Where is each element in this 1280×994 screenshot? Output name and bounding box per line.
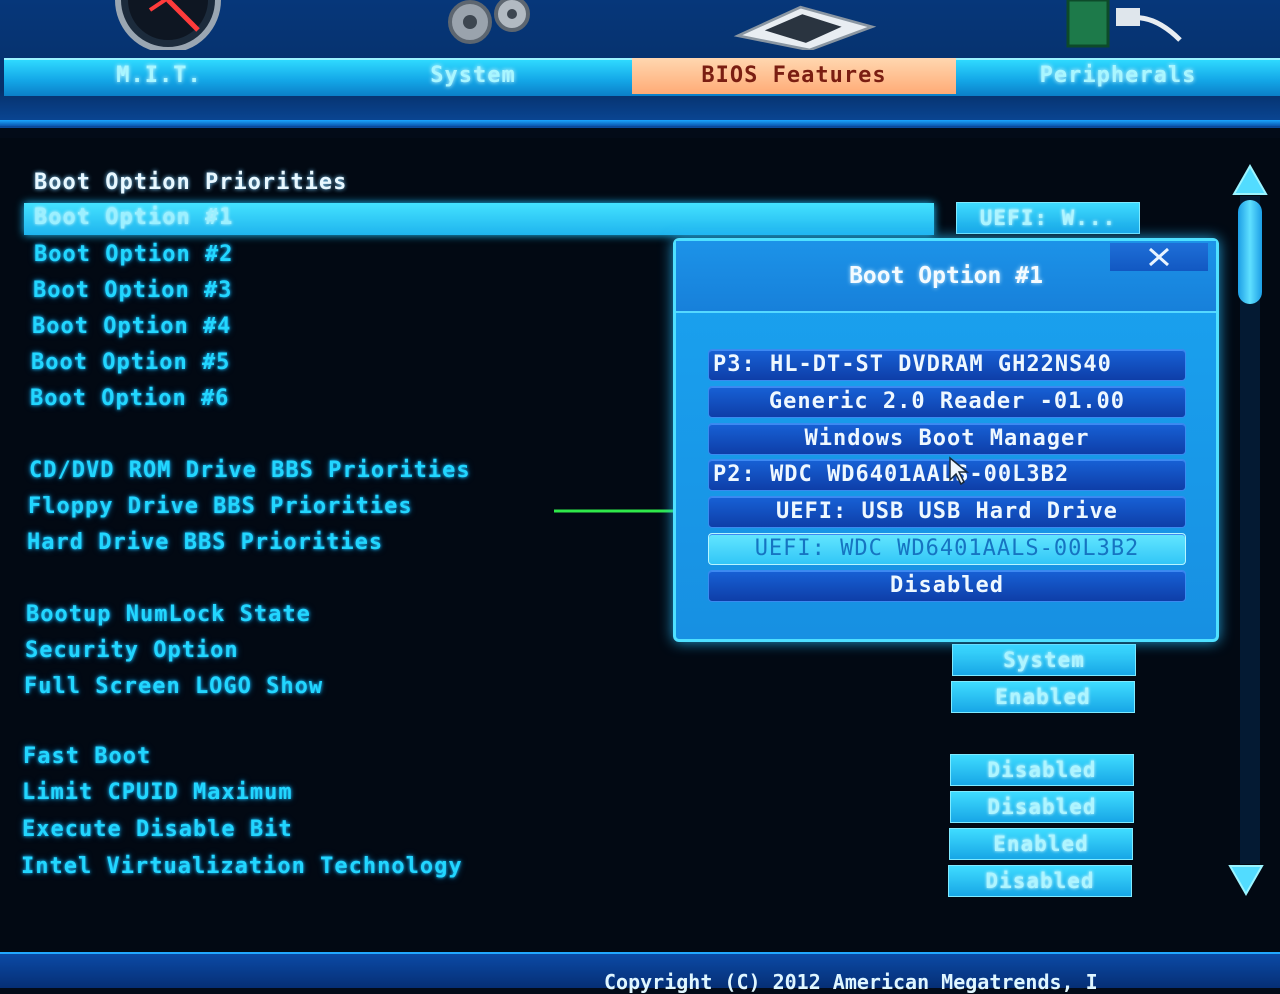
execute-disable-value[interactable]: Enabled [949,828,1133,860]
tab-peripherals[interactable]: Peripherals [960,58,1276,94]
popup-header: Boot Option #1 [676,241,1216,313]
limit-cpuid-maximum[interactable]: Limit CPUID Maximum [22,780,293,805]
popup-option[interactable]: P2: WDC WD6401AALS-00L3B2 [708,459,1186,491]
full-screen-logo-value[interactable]: Enabled [951,681,1135,713]
cd-dvd-bbs-priorities[interactable]: CD/DVD ROM Drive BBS Priorities [29,458,471,483]
fast-boot[interactable]: Fast Boot [23,744,151,769]
boot-option-1-label: Boot Option #1 [34,205,234,230]
mouse-cursor-icon [949,456,970,486]
security-option[interactable]: Security Option [25,638,239,663]
bootup-numlock-state[interactable]: Bootup NumLock State [26,602,311,627]
boot-option-2[interactable]: Boot Option #2 [34,242,233,267]
top-menu-bar: M.I.T. System BIOS Features Peripherals [0,0,1280,128]
boot-option-5[interactable]: Boot Option #5 [31,350,230,375]
scroll-down-arrow-icon[interactable] [1228,864,1264,896]
hard-drive-bbs-priorities[interactable]: Hard Drive BBS Priorities [27,530,383,555]
speedometer-icon [115,0,221,50]
intel-vt-value[interactable]: Disabled [948,865,1132,897]
intel-virtualization-technology[interactable]: Intel Virtualization Technology [21,854,463,879]
scrollbar-thumb[interactable] [1238,200,1262,304]
popup-option-selected[interactable]: UEFI: WDC WD6401AALS-00L3B2 [708,533,1186,565]
scroll-up-arrow-icon[interactable] [1232,164,1268,196]
floppy-bbs-priorities[interactable]: Floppy Drive BBS Priorities [28,494,413,519]
popup-option[interactable]: Generic 2.0 Reader -01.00 [708,386,1186,418]
limit-cpuid-value[interactable]: Disabled [950,791,1134,823]
tab-bios-features[interactable]: BIOS Features [632,58,956,94]
boot-option-1-value[interactable]: UEFI: W... [956,202,1140,234]
full-screen-logo-show[interactable]: Full Screen LOGO Show [24,674,323,699]
peripheral-device-icon [1066,0,1182,48]
execute-disable-bit[interactable]: Execute Disable Bit [22,817,293,842]
fast-boot-value[interactable]: Disabled [950,754,1134,786]
popup-option[interactable]: P3: HL-DT-ST DVDRAM GH22NS40 [708,349,1186,381]
boot-option-popup: Boot Option #1 P3: HL-DT-ST DVDRAM GH22N… [673,238,1219,642]
close-button[interactable] [1110,243,1208,271]
section-title-boot-priorities: Boot Option Priorities [34,170,348,195]
header-divider [0,120,1280,126]
boot-option-3[interactable]: Boot Option #3 [33,278,232,303]
security-option-value[interactable]: System [952,644,1136,676]
tab-system[interactable]: System [318,58,628,94]
popup-option[interactable]: UEFI: USB USB Hard Drive [708,496,1186,528]
chip-icon [733,5,877,50]
tab-mit[interactable]: M.I.T. [4,58,314,94]
copyright-text: Copyright (C) 2012 American Megatrends, … [604,970,1098,994]
gears-icon [448,0,530,44]
boot-option-1-row[interactable]: Boot Option #1 [24,203,934,235]
popup-option[interactable]: Windows Boot Manager [708,423,1186,455]
boot-option-4[interactable]: Boot Option #4 [32,314,231,339]
popup-option[interactable]: Disabled [708,570,1186,602]
close-icon [1149,247,1169,267]
boot-option-6[interactable]: Boot Option #6 [30,386,229,411]
